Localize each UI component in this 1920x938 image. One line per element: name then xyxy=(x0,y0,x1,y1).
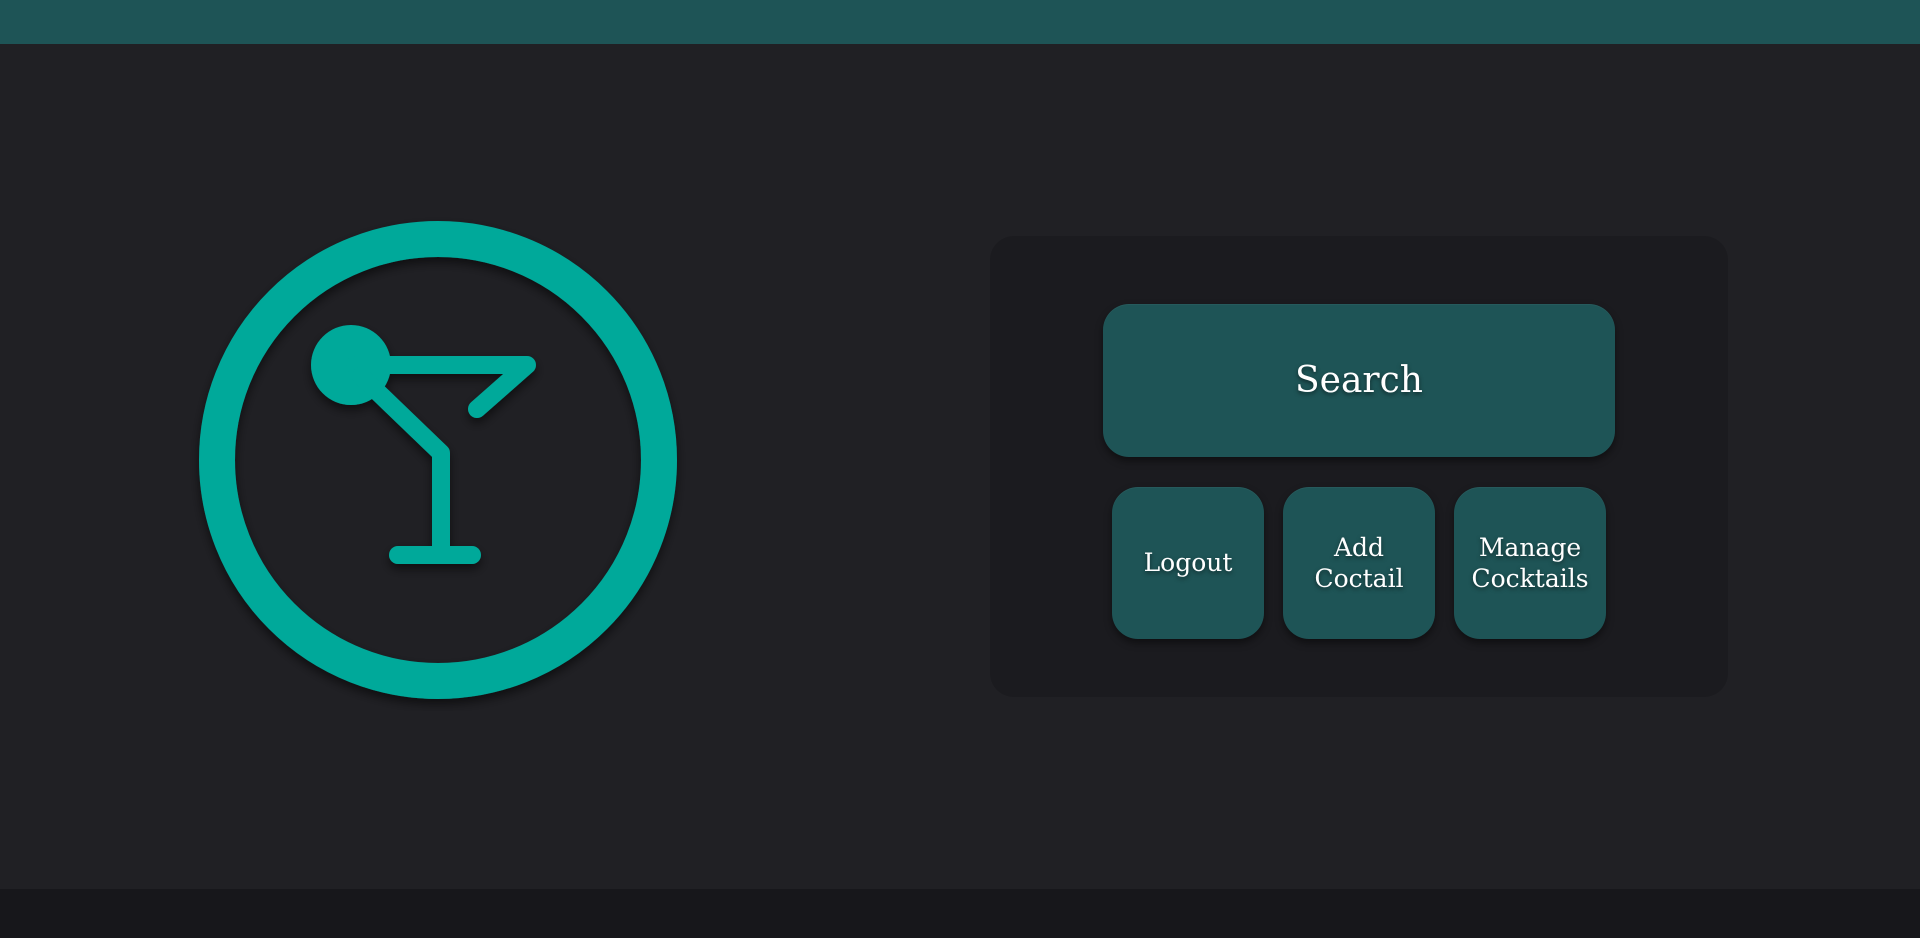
logout-button[interactable]: Logout xyxy=(1112,487,1264,639)
add-cocktail-button[interactable]: Add Coctail xyxy=(1283,487,1435,639)
menu-panel: Search Logout Add Coctail Manage Cocktai… xyxy=(990,236,1728,697)
search-button[interactable]: Search xyxy=(1103,304,1615,457)
cocktail-logo xyxy=(189,211,689,711)
manage-cocktails-button[interactable]: Manage Cocktails xyxy=(1454,487,1606,639)
cocktail-glass-icon xyxy=(199,221,677,699)
top-bar xyxy=(0,0,1920,44)
footer-bar xyxy=(0,889,1920,938)
